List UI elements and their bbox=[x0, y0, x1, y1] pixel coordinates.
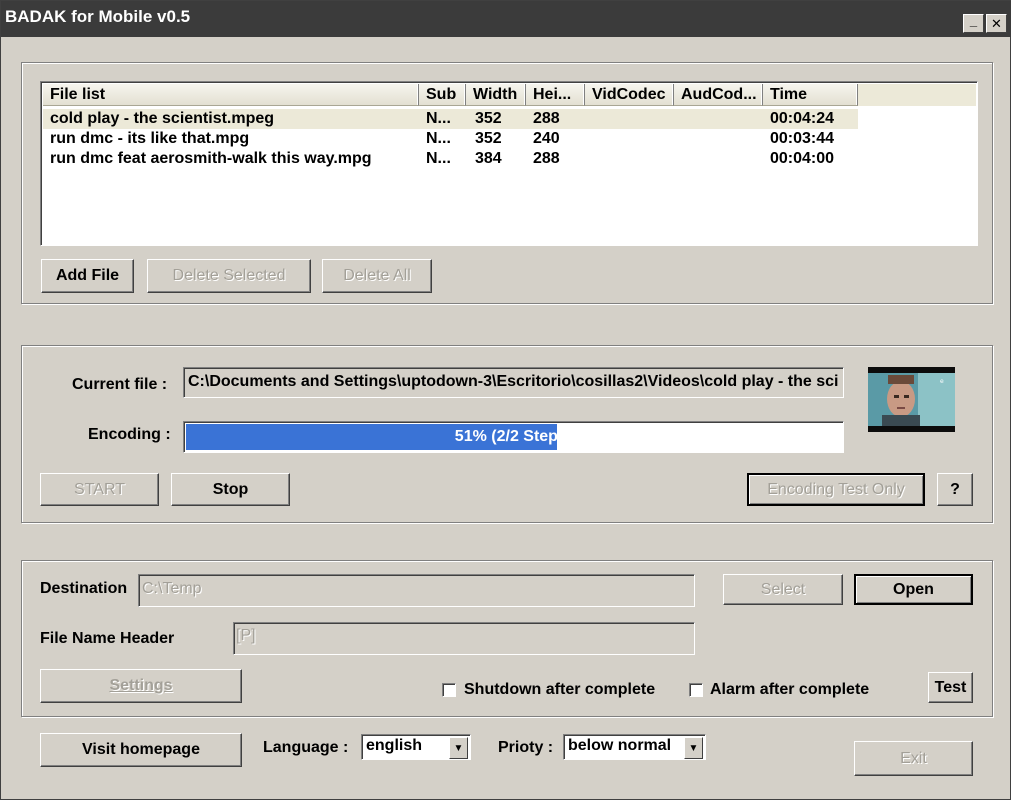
minimize-button[interactable]: _ bbox=[963, 14, 984, 33]
column-header-file-list[interactable]: File list bbox=[43, 84, 419, 106]
language-value: english bbox=[366, 737, 423, 754]
language-label: Language : bbox=[263, 739, 349, 756]
current-file-label: Current file : bbox=[72, 376, 168, 393]
test-button[interactable]: Test bbox=[928, 672, 973, 703]
file-row[interactable]: run dmc feat aerosmith-walk this way.mpg… bbox=[43, 149, 903, 169]
delete-all-button[interactable]: Delete All bbox=[322, 259, 432, 293]
visit-homepage-button[interactable]: Visit homepage bbox=[40, 733, 242, 767]
file-row[interactable]: run dmc - its like that.mpg N... 352 240… bbox=[43, 129, 903, 149]
column-header-vidcodec[interactable]: VidCodec bbox=[585, 84, 674, 106]
priority-value: below normal bbox=[568, 737, 672, 754]
destination-field[interactable]: C:\Temp bbox=[138, 574, 695, 607]
progress-text: 51% (2/2 Steps) bbox=[454, 428, 573, 445]
file-width: 384 bbox=[475, 150, 502, 167]
shutdown-checkbox[interactable] bbox=[442, 683, 456, 697]
file-width: 352 bbox=[475, 110, 502, 127]
column-header-width[interactable]: Width bbox=[466, 84, 526, 106]
file-width: 352 bbox=[475, 130, 502, 147]
priority-select[interactable]: below normal ▼ bbox=[563, 734, 706, 760]
current-file-field[interactable]: C:\Documents and Settings\uptodown-3\Esc… bbox=[183, 367, 844, 398]
column-header-height[interactable]: Hei... bbox=[526, 84, 585, 106]
file-row[interactable]: cold play - the scientist.mpeg N... 352 … bbox=[43, 109, 858, 129]
encoding-test-only-button[interactable]: Encoding Test Only bbox=[747, 473, 925, 506]
title-bar[interactable]: BADAK for Mobile v0.5 _ ✕ bbox=[1, 1, 1011, 37]
file-name-header-value: [P] bbox=[236, 627, 256, 644]
alarm-label: Alarm after complete bbox=[710, 681, 870, 698]
start-button[interactable]: START bbox=[40, 473, 159, 506]
stop-button[interactable]: Stop bbox=[171, 473, 290, 506]
file-height: 288 bbox=[533, 150, 560, 167]
destination-value: C:\Temp bbox=[142, 580, 202, 597]
file-name: run dmc - its like that.mpg bbox=[50, 130, 250, 147]
encoding-progress-bar: 51% (2/2 Steps) bbox=[183, 421, 844, 453]
app-window: BADAK for Mobile v0.5 _ ✕ File list Sub … bbox=[0, 0, 1011, 800]
language-select[interactable]: english ▼ bbox=[361, 734, 471, 760]
settings-button[interactable]: Settings bbox=[40, 669, 242, 703]
file-sub: N... bbox=[426, 130, 451, 147]
delete-selected-button[interactable]: Delete Selected bbox=[147, 259, 311, 293]
destination-label: Destination bbox=[40, 580, 128, 597]
file-name-header-field[interactable]: [P] bbox=[233, 622, 695, 655]
file-height: 288 bbox=[533, 110, 560, 127]
exit-button[interactable]: Exit bbox=[854, 741, 973, 776]
file-name: cold play - the scientist.mpeg bbox=[50, 110, 275, 127]
video-thumbnail: e bbox=[868, 367, 955, 432]
file-name: run dmc feat aerosmith-walk this way.mpg bbox=[50, 150, 372, 167]
window-title: BADAK for Mobile v0.5 bbox=[5, 7, 191, 26]
file-time: 00:03:44 bbox=[770, 130, 835, 147]
minimize-icon: _ bbox=[969, 13, 978, 28]
current-file-value: C:\Documents and Settings\uptodown-3\Esc… bbox=[188, 373, 839, 390]
chevron-down-icon[interactable]: ▼ bbox=[684, 737, 703, 759]
file-time: 00:04:24 bbox=[770, 110, 835, 127]
add-file-button[interactable]: Add File bbox=[41, 259, 134, 293]
alarm-checkbox[interactable] bbox=[689, 683, 703, 697]
svg-text:e: e bbox=[940, 378, 944, 385]
close-button[interactable]: ✕ bbox=[986, 14, 1007, 33]
priority-label: Prioty : bbox=[498, 739, 554, 756]
select-button[interactable]: Select bbox=[723, 574, 843, 605]
file-sub: N... bbox=[426, 110, 451, 127]
open-button[interactable]: Open bbox=[854, 574, 973, 605]
help-button[interactable]: ? bbox=[937, 473, 973, 506]
file-height: 240 bbox=[533, 130, 560, 147]
file-list-header: File list Sub Width Hei... VidCodec AudC… bbox=[43, 84, 977, 106]
file-sub: N... bbox=[426, 150, 451, 167]
chevron-down-icon[interactable]: ▼ bbox=[449, 737, 468, 759]
close-icon: ✕ bbox=[991, 16, 1002, 31]
shutdown-label: Shutdown after complete bbox=[464, 681, 656, 698]
file-list-view[interactable]: File list Sub Width Hei... VidCodec AudC… bbox=[40, 81, 978, 246]
column-header-audcodec[interactable]: AudCod... bbox=[674, 84, 763, 106]
video-preview-image: e bbox=[868, 367, 955, 432]
column-header-time[interactable]: Time bbox=[763, 84, 858, 106]
file-time: 00:04:00 bbox=[770, 150, 835, 167]
file-name-header-label: File Name Header bbox=[40, 630, 175, 647]
encoding-label: Encoding : bbox=[88, 426, 171, 443]
column-header-sub[interactable]: Sub bbox=[419, 84, 466, 106]
